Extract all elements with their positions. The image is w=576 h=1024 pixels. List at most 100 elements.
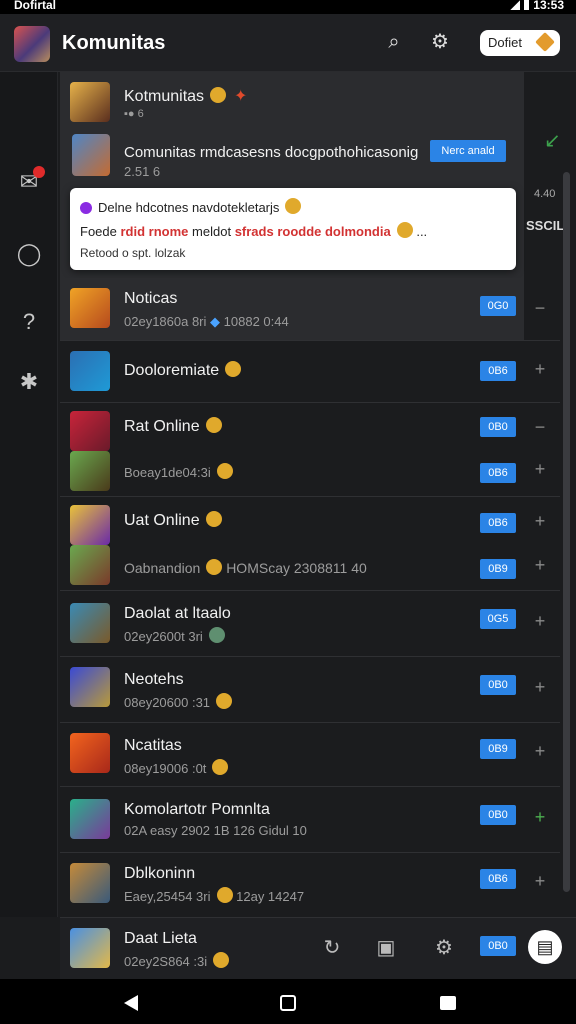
list-item[interactable]: Komolartotr Pomnlta 02A easy 2902 1B 126… xyxy=(60,786,560,852)
row-badge: 0B0 xyxy=(480,417,516,437)
app-title: Komunitas xyxy=(62,32,166,54)
row-avatar xyxy=(70,288,110,328)
row-badge: 0G0 xyxy=(480,296,516,316)
help-icon[interactable]: ? xyxy=(15,308,43,336)
row-badge: 0B9 xyxy=(480,559,516,579)
community-avatar xyxy=(70,82,110,122)
row-subtitle: 08ey19006 :0t xyxy=(124,759,229,776)
row-action[interactable]: + xyxy=(532,741,548,762)
row-title: Dblkoninn xyxy=(124,865,196,882)
current-user-title: Daat Lieta xyxy=(124,930,197,947)
message-line-1: Delne hdcotnes navdotekletarjs xyxy=(80,198,302,215)
list-item[interactable]: Rat Online Boeay1de04:3i 0B0 0B6 − + xyxy=(60,402,560,496)
list-item[interactable]: Dooloremiate 0B6 + xyxy=(60,340,560,402)
row-action[interactable]: + xyxy=(532,677,548,698)
carrier-label: Dofirtal xyxy=(14,0,56,12)
chat-icon[interactable]: ◯ xyxy=(15,240,43,268)
row-badge: 0B9 xyxy=(480,739,516,759)
row-action[interactable]: + xyxy=(532,871,548,892)
item-title: Comunitas rmdcasesns docgpothohicasonig xyxy=(124,144,419,161)
gear-icon[interactable]: ⚙ xyxy=(432,936,456,960)
row-badge: 0G5 xyxy=(480,609,516,629)
row-title: Dooloremiate xyxy=(124,361,242,380)
emoji-icon xyxy=(396,222,413,238)
row-avatar xyxy=(70,545,110,585)
battery-icon xyxy=(524,0,530,10)
home-icon[interactable] xyxy=(280,995,296,1011)
list-item[interactable]: Dblkoninn Eaey,25454 3ri 12ay 14247 0B6 … xyxy=(60,852,560,917)
status-bar: Dofirtal 13:53 xyxy=(0,0,576,14)
scrollbar[interactable] xyxy=(563,172,570,892)
item-action-button[interactable]: Nerc anald xyxy=(430,140,506,162)
row-action[interactable]: + xyxy=(532,359,548,380)
row-subtitle: Oabnandion HOMScay 2308811 40 xyxy=(124,559,367,576)
row-avatar xyxy=(70,451,110,491)
check-icon[interactable]: ↙ xyxy=(544,128,561,153)
row-badge: 0B6 xyxy=(480,361,516,381)
settings-icon[interactable]: ⚙ xyxy=(428,30,452,54)
briefcase-icon[interactable]: ▣ xyxy=(374,936,398,960)
row-action[interactable]: − xyxy=(532,298,548,319)
row-action[interactable]: + xyxy=(532,459,548,480)
emoji-icon xyxy=(210,87,227,103)
list-item[interactable]: Neotehs 08ey20600 :31 0B0 + xyxy=(60,656,560,722)
row-action[interactable]: + xyxy=(532,611,548,632)
row-avatar xyxy=(70,505,110,545)
message-preview[interactable]: Delne hdcotnes navdotekletarjs Foede rdi… xyxy=(70,188,516,270)
row-badge: 0B0 xyxy=(480,805,516,825)
side-rail: ✉ ◯ ? ✱ xyxy=(0,72,58,917)
row-title: Neotehs xyxy=(124,671,184,688)
popover-subtitle: ▪● 6 xyxy=(124,108,144,120)
notification-dot xyxy=(33,166,45,178)
row-title: Uat Online xyxy=(124,511,222,530)
status-dot-icon xyxy=(80,202,92,214)
phone-icon[interactable]: ▤ xyxy=(528,930,562,964)
row-badge: 0B0 xyxy=(480,936,516,956)
current-user-avatar[interactable] xyxy=(70,928,110,968)
list-item[interactable]: Ncatitas 08ey19006 :0t 0B9 + xyxy=(60,722,560,786)
row-action[interactable]: + xyxy=(532,807,548,828)
row-action[interactable]: − xyxy=(532,417,548,438)
row-badge: 0B6 xyxy=(480,513,516,533)
tag-icon xyxy=(535,32,555,52)
back-icon[interactable] xyxy=(124,995,138,1011)
bottom-bar: Daat Lieta 02ey2S864 :3i ↻ ▣ ⚙ 0B0 ▤ xyxy=(60,917,576,979)
row-badge: 0B0 xyxy=(480,675,516,695)
list-item[interactable]: Uat Online Oabnandion HOMScay 2308811 40… xyxy=(60,496,560,590)
row-avatar xyxy=(70,603,110,643)
row-badge: 0B6 xyxy=(480,463,516,483)
search-icon[interactable]: ⌕ xyxy=(382,30,406,54)
row-avatar xyxy=(70,411,110,451)
signal-icon xyxy=(510,0,521,10)
row-subtitle: 02ey2600t 3ri xyxy=(124,627,225,644)
side-label-b: SSCIL xyxy=(526,218,565,233)
profile-pill[interactable]: Dofiet xyxy=(480,30,560,56)
pill-label: Dofiet xyxy=(488,35,522,50)
emoji-icon xyxy=(285,198,302,214)
row-title: Ncatitas xyxy=(124,737,182,754)
message-line-3: Retood o spt. lolzak xyxy=(80,246,186,260)
row-action[interactable]: + xyxy=(532,555,548,576)
system-nav xyxy=(0,979,576,1024)
current-user-subtitle: 02ey2S864 :3i xyxy=(124,952,230,969)
recents-icon[interactable] xyxy=(440,996,456,1010)
bot-icon[interactable]: ✱ xyxy=(15,368,43,396)
list-item[interactable]: Daolat at ltaalo 02ey2600t 3ri 0G5 + xyxy=(60,590,560,656)
message-line-2: Foede rdid rnome meldot sfrads roodde do… xyxy=(80,222,428,239)
row-subtitle: 02ey1860a 8ri ◆ 10882 0:44 xyxy=(124,314,289,329)
check-badge-icon: ◆ xyxy=(210,314,221,329)
pin-icon: ✦ xyxy=(234,88,248,105)
status-icons: 13:53 xyxy=(510,0,564,12)
row-avatar xyxy=(70,351,110,391)
list-item[interactable]: Noticas 02ey1860a 8ri ◆ 10882 0:44 0G0 xyxy=(60,278,524,340)
row-action[interactable]: + xyxy=(532,511,548,532)
row-subtitle: Eaey,25454 3ri 12ay 14247 xyxy=(124,887,305,904)
row-avatar xyxy=(70,799,110,839)
row-avatar xyxy=(70,667,110,707)
refresh-icon[interactable]: ↻ xyxy=(320,936,344,960)
row-avatar xyxy=(70,863,110,903)
row-subtitle: 08ey20600 :31 xyxy=(124,693,233,710)
app-avatar[interactable] xyxy=(14,26,50,62)
popover-title: Kotmunitas ✦ xyxy=(124,87,248,105)
row-subtitle: Boeay1de04:3i xyxy=(124,463,233,480)
